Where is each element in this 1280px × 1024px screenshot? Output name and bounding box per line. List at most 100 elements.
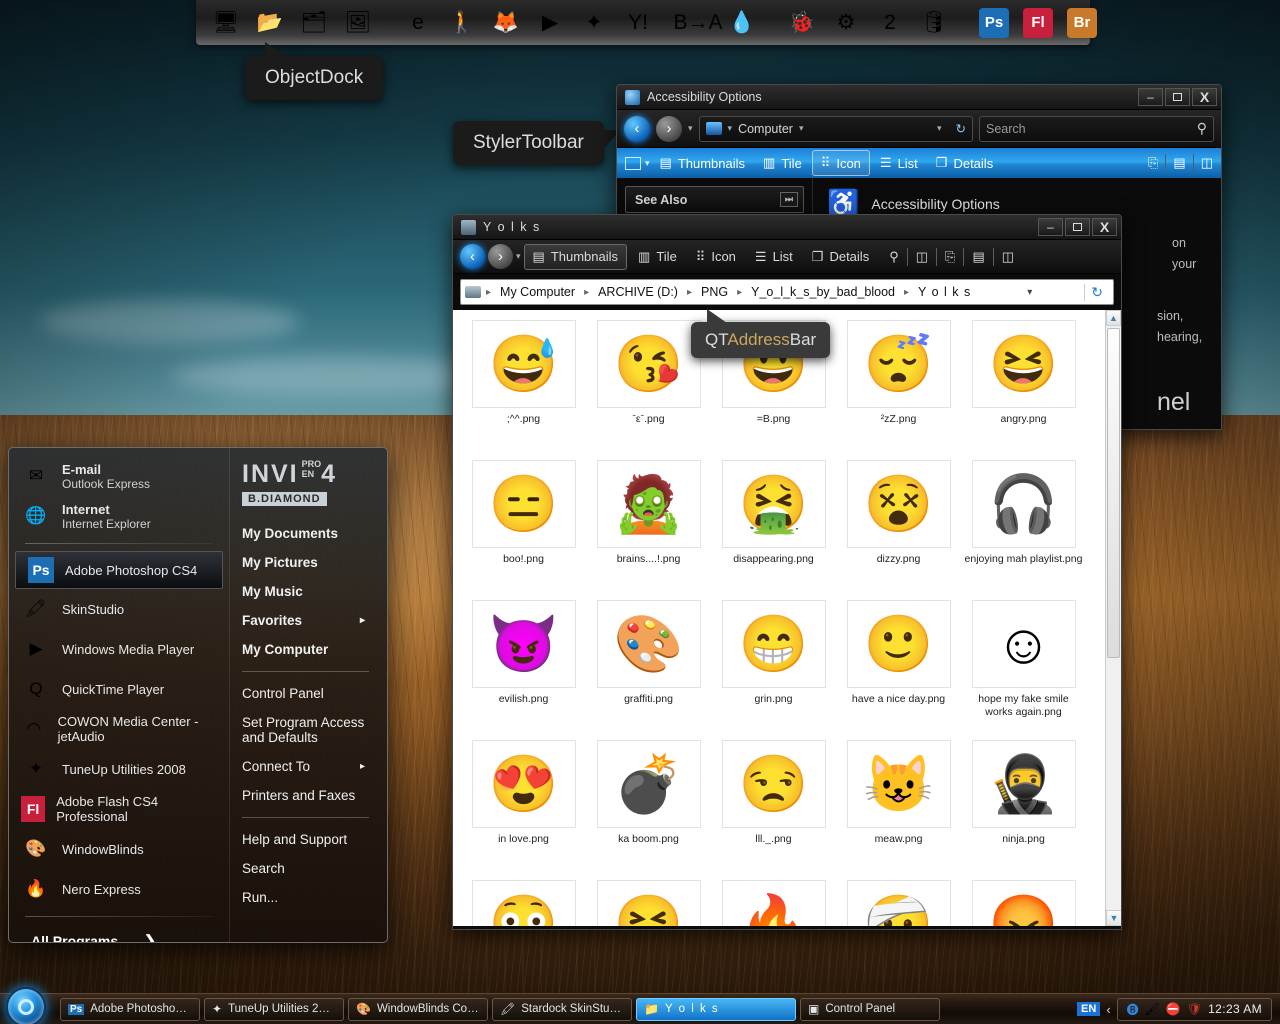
recent-pages-dropdown-icon[interactable]: ▾ bbox=[516, 251, 521, 262]
file-item[interactable]: 🎨 graffiti.png bbox=[586, 596, 711, 736]
paste-icon[interactable]: ▤ bbox=[1173, 155, 1185, 171]
file-item[interactable]: ☺ hope my fake smile works again.png bbox=[961, 596, 1086, 736]
start-menu-item-adobe-photoshop-cs4[interactable]: Ps Adobe Photoshop CS4 bbox=[15, 551, 223, 589]
file-item[interactable]: 🤮 disappearing.png bbox=[711, 456, 836, 596]
taskbar-button-y-o-l-k-s[interactable]: 📁 Y o l k s bbox=[636, 997, 796, 1021]
settings-gear-icon[interactable]: ⚙ bbox=[826, 3, 866, 43]
file-item[interactable]: 😳 bbox=[461, 876, 586, 926]
taskbar-button-tuneup-utilities-2008[interactable]: ✦ TuneUp Utilities 2008 ... bbox=[204, 997, 344, 1021]
file-item[interactable]: 😵 dizzy.png bbox=[836, 456, 961, 596]
adobe-photoshop-icon[interactable]: Ps bbox=[974, 3, 1014, 43]
view-icon-yolks[interactable]: ⠿ Icon bbox=[688, 245, 744, 269]
file-item[interactable]: 😁 grin.png bbox=[711, 596, 836, 736]
start-menu-item-skinstudio[interactable]: 🖍 SkinStudio bbox=[9, 589, 229, 629]
start-menu-item-internet[interactable]: 🌐 Internet Internet Explorer bbox=[9, 496, 229, 536]
tuneup-utilities-icon[interactable]: ✦ bbox=[574, 3, 614, 43]
taskbar-button-adobe-photoshop-cs[interactable]: Ps Adobe Photoshop CS... bbox=[60, 997, 200, 1021]
maximize-button[interactable] bbox=[1165, 88, 1190, 106]
titlebar-yolks[interactable]: Y o l k s – X bbox=[453, 215, 1121, 240]
file-item[interactable]: 🥷 ninja.png bbox=[961, 736, 1086, 876]
file-item[interactable]: 😅 ;^^.png bbox=[461, 316, 586, 456]
view-tile-yolks[interactable]: ▥ Tile bbox=[630, 245, 685, 269]
breadcrumb-dropdown-icon[interactable]: ▾ bbox=[1021, 287, 1038, 298]
preview-pane-icon[interactable]: ◫ bbox=[916, 249, 928, 265]
breadcrumb-item-yolks[interactable]: Y o l k s bbox=[914, 283, 975, 301]
start-menu-right-column[interactable]: INVI PRO EN 4 B.DIAMOND My Documents My P… bbox=[229, 448, 387, 942]
start-menu-right-item-my-documents[interactable]: My Documents bbox=[242, 519, 387, 548]
adobe-flash-icon[interactable]: Fl bbox=[1018, 3, 1058, 43]
objectdock[interactable]: 🖥 📂 🗂 🖼 e 🚶 🦊 ▶ ✦ Y! B→A 💧 🐞 ⚙ 2 🛢 Ps Fl Br bbox=[196, 0, 1097, 45]
scroll-up-button[interactable]: ▲ bbox=[1106, 310, 1121, 326]
taskbar-button-control-panel[interactable]: ▣ Control Panel bbox=[800, 997, 940, 1021]
file-item[interactable]: 🤕 bbox=[836, 876, 961, 926]
scrollbar-thumb[interactable] bbox=[1107, 328, 1120, 658]
panes-icon[interactable]: ◫ bbox=[1002, 249, 1014, 265]
folder-open-icon[interactable]: 📂 bbox=[250, 3, 290, 43]
language-indicator[interactable]: EN bbox=[1077, 1002, 1101, 1016]
tray-expand-chevron-icon[interactable]: ‹ bbox=[1106, 1002, 1110, 1017]
taskbar-task-list[interactable]: Ps Adobe Photoshop CS... ✦ TuneUp Utilities… bbox=[60, 997, 940, 1021]
start-menu-right-item-run[interactable]: Run... bbox=[242, 883, 387, 912]
minimize-button[interactable]: – bbox=[1138, 88, 1163, 106]
copy-icon[interactable]: ⎘ bbox=[945, 249, 955, 265]
yahoo-messenger-icon[interactable]: Y! bbox=[618, 3, 658, 43]
antivirus-icon[interactable]: ⛔ bbox=[1166, 1002, 1181, 1016]
all-programs-button[interactable]: All Programs ❯ bbox=[9, 924, 229, 942]
file-item[interactable]: 😡 bbox=[961, 876, 1086, 926]
copy-icon[interactable]: ⎘ bbox=[1148, 155, 1158, 171]
search-icon[interactable]: ⚲ bbox=[1197, 120, 1207, 137]
titlebar-accessibility[interactable]: Accessibility Options – X bbox=[617, 85, 1221, 110]
see-also-header[interactable]: See Also ⏭ bbox=[625, 186, 804, 213]
tray-icons[interactable]: 🅑 🖌 ⛔ 🛡 12:23 AM bbox=[1116, 997, 1272, 1021]
close-button[interactable]: X bbox=[1092, 218, 1117, 236]
close-button[interactable]: X bbox=[1192, 88, 1217, 106]
minimize-button[interactable]: – bbox=[1038, 218, 1063, 236]
breadcrumb-yolks[interactable]: ▸ My Computer ▸ ARCHIVE (D:) ▸ PNG ▸ Y_o… bbox=[460, 279, 1114, 305]
start-menu-item-tuneup-utilities-2008[interactable]: ✦ TuneUp Utilities 2008 bbox=[9, 749, 229, 789]
pictures-folder-icon[interactable]: 🖼 bbox=[338, 3, 378, 43]
search-input-accessibility[interactable]: Search ⚲ bbox=[979, 115, 1214, 142]
view-details-accessibility[interactable]: ❐ Details bbox=[928, 151, 1001, 175]
file-item[interactable]: 🔥 bbox=[711, 876, 836, 926]
maximize-button[interactable] bbox=[1065, 218, 1090, 236]
start-menu-right-items[interactable]: My Documents My Pictures My Music Favorites… bbox=[242, 519, 387, 912]
media-player-icon[interactable]: ▶ bbox=[530, 3, 570, 43]
expand-icon[interactable]: ⏭ bbox=[779, 192, 798, 207]
start-menu-item-windows-media-player[interactable]: ▶ Windows Media Player bbox=[9, 629, 229, 669]
viewbar-accessibility[interactable]: ▾ ▤ Thumbnails ▥ Tile ⠿ Icon ☰ List ❐ De… bbox=[617, 148, 1221, 178]
start-menu-right-item-set-program-access-and-defaults[interactable]: Set Program Access and Defaults bbox=[242, 708, 387, 752]
ladybug-icon[interactable]: 🐞 bbox=[782, 3, 822, 43]
file-item[interactable]: 😴 ²zZ.png bbox=[836, 316, 961, 456]
recent-pages-dropdown-icon[interactable]: ▾ bbox=[688, 123, 693, 134]
view-thumbnails-yolks[interactable]: ▤ Thumbnails bbox=[523, 243, 628, 270]
file-item[interactable]: 😆 angry.png bbox=[961, 316, 1086, 456]
chevron-down-icon[interactable]: ▾ bbox=[645, 158, 650, 169]
breadcrumb-item-yolks-by-bad-blood[interactable]: Y_o_l_k_s_by_bad_blood bbox=[747, 283, 899, 301]
display-icon[interactable]: 🖌 bbox=[1145, 1002, 1160, 1016]
scroll-down-button[interactable]: ▼ bbox=[1106, 910, 1121, 926]
system-tray[interactable]: EN ‹ 🅑 🖌 ⛔ 🛡 12:23 AM bbox=[1077, 997, 1280, 1021]
bluetooth-icon[interactable]: 🅑 bbox=[1127, 1001, 1139, 1018]
file-item[interactable]: 💣 ka boom.png bbox=[586, 736, 711, 876]
firefox-icon[interactable]: 🦊 bbox=[486, 3, 526, 43]
chevron-down-icon[interactable]: ▾ bbox=[937, 123, 942, 134]
start-menu-right-item-favorites[interactable]: Favorites ▸ bbox=[242, 606, 387, 635]
forward-button[interactable]: › bbox=[656, 115, 682, 142]
vertical-scrollbar-yolks[interactable]: ▲ ▼ bbox=[1105, 310, 1121, 926]
details-pane-icon[interactable]: ▤ bbox=[972, 249, 984, 265]
view-list-yolks[interactable]: ☰ List bbox=[747, 245, 801, 269]
my-computer-icon[interactable]: 🖥 bbox=[206, 3, 246, 43]
start-menu-right-item-my-computer[interactable]: My Computer bbox=[242, 635, 387, 664]
start-menu-right-item-search[interactable]: Search bbox=[242, 854, 387, 883]
view-tile-accessibility[interactable]: ▥ Tile bbox=[755, 151, 810, 175]
file-item[interactable]: 😈 evilish.png bbox=[461, 596, 586, 736]
database-icon[interactable]: 🛢 bbox=[914, 3, 954, 43]
start-menu-item-cowon-media-center-jetaudio[interactable]: ◠ COWON Media Center - jetAudio bbox=[9, 709, 229, 749]
file-item[interactable]: 😆 bbox=[586, 876, 711, 926]
taskbar-button-windowblinds-configu[interactable]: 🎨 WindowBlinds Configu... bbox=[348, 997, 488, 1021]
chevron-down-icon[interactable]: ▾ bbox=[799, 123, 804, 134]
navbar-accessibility[interactable]: ‹ › ▾ ▾ Computer ▾ ▾ ↻ Search ⚲ bbox=[617, 110, 1221, 148]
view-thumbnails-accessibility[interactable]: ▤ Thumbnails bbox=[652, 151, 754, 175]
start-menu-item-nero-express[interactable]: 🔥 Nero Express bbox=[9, 869, 229, 909]
start-orb[interactable] bbox=[6, 987, 46, 1024]
